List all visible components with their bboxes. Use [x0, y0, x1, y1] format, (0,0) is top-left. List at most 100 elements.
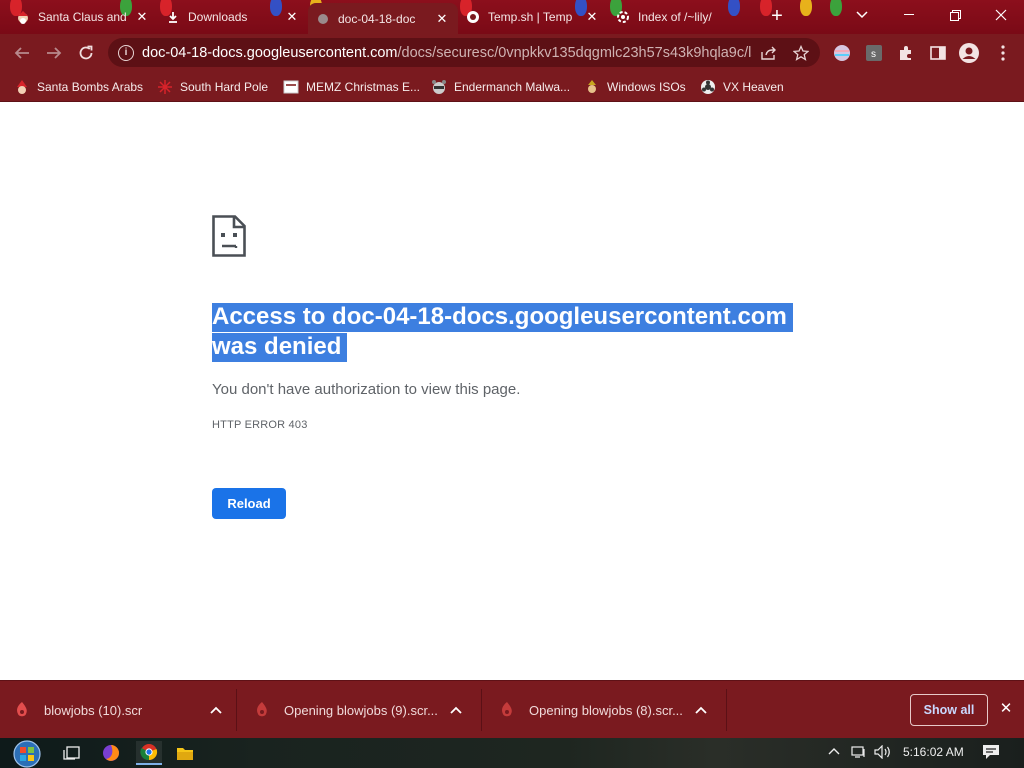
tab-title: doc-04-18-doc	[338, 11, 416, 26]
bookmark-star-icon[interactable]	[792, 44, 810, 62]
tab-temp-sh[interactable]: Temp.sh | Temp ✕	[458, 3, 608, 31]
new-tab-button[interactable]: +	[766, 6, 788, 28]
bookmarks-bar: Santa Bombs Arabs South Hard Pole MEMZ C…	[0, 71, 1024, 102]
close-icon[interactable]: ✕	[996, 699, 1016, 719]
taskbar-clock[interactable]: 5:16:02 AM	[903, 745, 964, 759]
bookmark-vx-heaven[interactable]: VX Heaven	[700, 77, 784, 97]
sad-page-icon	[212, 215, 246, 257]
bookmark-santa-bombs-arabs[interactable]: Santa Bombs Arabs	[14, 77, 143, 97]
divider	[726, 689, 727, 731]
reload-button[interactable]: Reload	[212, 488, 286, 519]
taskbar: 5:16:02 AM	[0, 738, 1024, 768]
forward-arrow-icon[interactable]	[40, 39, 68, 67]
bookmark-label: Endermanch Malwa...	[454, 80, 571, 94]
download-file-icon	[499, 701, 515, 719]
bookmark-label: South Hard Pole	[180, 80, 269, 94]
santa-icon	[16, 10, 30, 24]
bookmark-windows-isos[interactable]: Windows ISOs	[584, 77, 686, 97]
page-icon	[283, 79, 299, 95]
page-content: Access to doc-04-18-docs.googleuserconte…	[0, 102, 1024, 680]
task-view-icon[interactable]	[59, 741, 85, 765]
s-extension-icon[interactable]: s	[863, 42, 885, 64]
extensions-puzzle-icon[interactable]	[895, 42, 917, 64]
tab-title: Downloads	[188, 10, 248, 24]
profile-avatar-icon[interactable]	[958, 42, 980, 64]
minimize-button[interactable]	[886, 0, 932, 30]
file-explorer-icon[interactable]	[172, 741, 198, 765]
chrome-web-icon	[466, 10, 480, 24]
download-name: Opening blowjobs (8).scr...	[529, 702, 683, 718]
url-host: doc-04-18-docs.googleusercontent.com	[142, 44, 398, 61]
download-item[interactable]: Opening blowjobs (8).scr...	[485, 687, 725, 733]
download-shelf: blowjobs (10).scr Opening blowjobs (9).s…	[0, 680, 1024, 738]
svg-text:s: s	[871, 49, 876, 60]
bookmark-label: Windows ISOs	[607, 80, 686, 94]
chrome-icon[interactable]	[136, 741, 162, 765]
chevron-up-icon[interactable]	[444, 703, 468, 717]
download-item[interactable]: Opening blowjobs (9).scr...	[240, 687, 480, 733]
url-text[interactable]: doc-04-18-docs.googleusercontent.com/doc…	[142, 45, 752, 61]
tab-search-chevron-icon[interactable]	[852, 8, 872, 26]
tab-title: Santa Claus and	[38, 10, 127, 24]
url-path: /docs/securesc/0vnpkkv135dqgmlc23h57s43k…	[397, 44, 752, 61]
tab-downloads[interactable]: Downloads ✕	[158, 3, 308, 31]
snowflake-icon	[157, 79, 173, 95]
chevron-up-icon[interactable]	[204, 703, 228, 717]
bookmark-endermanch-malware[interactable]: Endermanch Malwa...	[431, 77, 570, 97]
tab-strip: Santa Claus and ✕ Downloads ✕ doc-04-18-…	[0, 0, 1024, 34]
gear-icon	[616, 10, 630, 24]
error-code: HTTP ERROR 403	[212, 419, 308, 431]
flag-extension-icon[interactable]	[831, 42, 853, 64]
restore-button[interactable]	[932, 0, 978, 30]
start-button[interactable]	[10, 740, 44, 768]
back-arrow-icon[interactable]	[8, 39, 36, 67]
divider	[236, 689, 237, 731]
window-close-button[interactable]	[978, 0, 1024, 30]
bookmark-label: VX Heaven	[723, 80, 784, 94]
site-info-icon[interactable]: i	[118, 44, 134, 61]
close-icon[interactable]: ✕	[284, 9, 300, 25]
kebab-menu-icon[interactable]	[992, 42, 1014, 64]
error-heading-text: Access to doc-04-18-docs.googleuserconte…	[212, 303, 793, 362]
tab-doc-04-18[interactable]: doc-04-18-doc ✕	[308, 3, 458, 34]
globe-icon	[316, 12, 330, 26]
close-icon[interactable]: ✕	[584, 9, 600, 25]
bookmark-label: Santa Bombs Arabs	[37, 80, 144, 94]
elf-icon	[584, 79, 600, 95]
action-center-icon[interactable]	[982, 744, 1000, 760]
divider	[481, 689, 482, 731]
share-icon[interactable]	[760, 44, 778, 62]
tab-title: Temp.sh | Temp	[488, 10, 573, 24]
download-file-icon	[14, 701, 30, 719]
download-name: Opening blowjobs (9).scr...	[284, 702, 438, 718]
download-icon	[166, 10, 180, 24]
reload-icon[interactable]	[72, 39, 100, 67]
santa-icon	[14, 79, 30, 95]
address-bar[interactable]: i doc-04-18-docs.googleusercontent.com/d…	[108, 38, 820, 67]
raccoon-icon	[431, 79, 447, 95]
download-file-icon	[254, 701, 270, 719]
tab-title: Index of /~lily/	[638, 10, 712, 24]
light-bulb-decoration	[800, 0, 812, 16]
close-icon[interactable]: ✕	[434, 11, 450, 27]
bookmark-label: MEMZ Christmas E...	[306, 80, 421, 94]
bookmark-memz-christmas[interactable]: MEMZ Christmas E...	[283, 77, 420, 97]
light-bulb-decoration	[830, 0, 842, 16]
side-panel-icon[interactable]	[927, 42, 949, 64]
tab-santa-claus[interactable]: Santa Claus and ✕	[8, 3, 158, 31]
biohazard-icon	[700, 79, 716, 95]
error-message: You don't have authorization to view thi…	[212, 381, 521, 398]
network-icon[interactable]	[851, 745, 867, 762]
chevron-up-icon[interactable]	[828, 745, 840, 759]
firefox-icon[interactable]	[98, 741, 124, 765]
error-heading: Access to doc-04-18-docs.googleuserconte…	[212, 302, 812, 362]
download-item[interactable]: blowjobs (10).scr	[0, 687, 240, 733]
download-name: blowjobs (10).scr	[44, 702, 143, 718]
tab-index-of-lily[interactable]: Index of /~lily/	[608, 3, 758, 31]
close-icon[interactable]: ✕	[134, 9, 150, 25]
show-all-button[interactable]: Show all	[910, 694, 988, 726]
volume-icon[interactable]	[874, 744, 892, 762]
browser-toolbar: i doc-04-18-docs.googleusercontent.com/d…	[0, 34, 1024, 71]
bookmark-south-hard-pole[interactable]: South Hard Pole	[157, 77, 268, 97]
chevron-up-icon[interactable]	[689, 703, 713, 717]
